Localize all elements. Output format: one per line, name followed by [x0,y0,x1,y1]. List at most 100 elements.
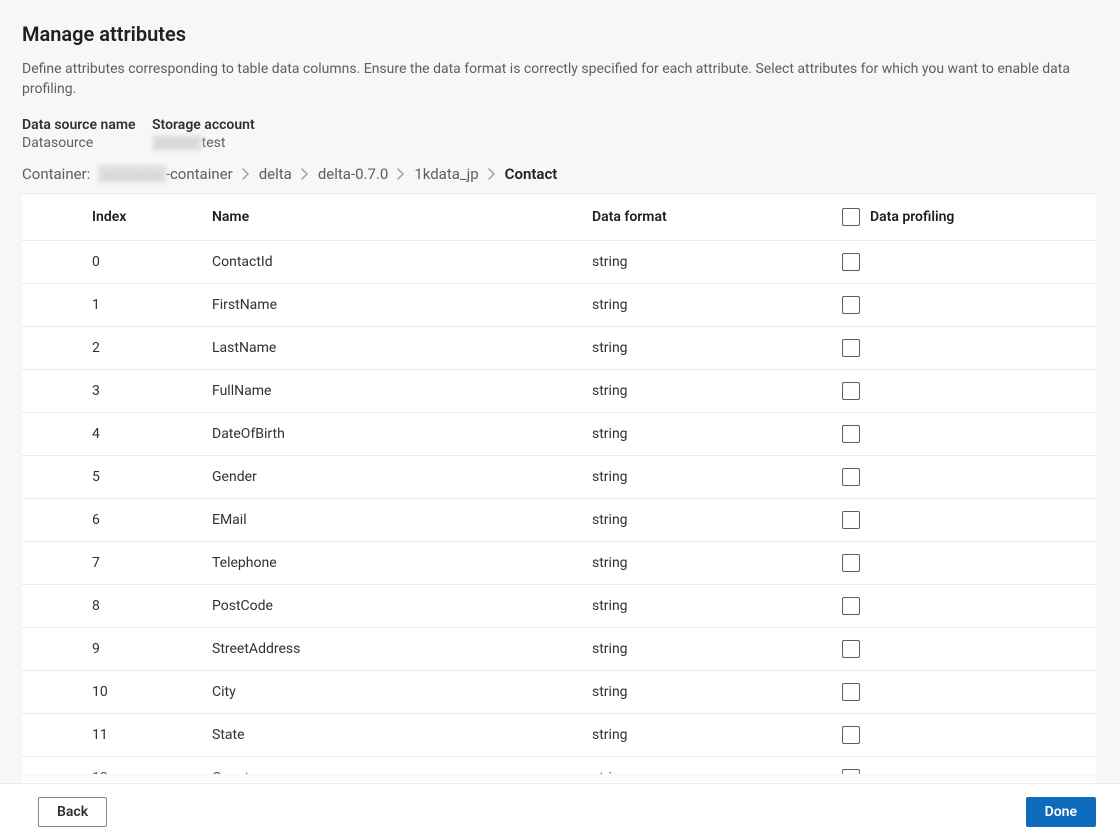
cell-profiling [822,370,1096,413]
table-row: 8PostCodestring [22,585,1096,628]
cell-index: 8 [22,585,202,628]
cell-name: City [202,671,582,714]
profiling-checkbox[interactable] [842,468,860,486]
cell-format: string [582,456,822,499]
col-header-format[interactable]: Data format [582,194,822,241]
chevron-right-icon [241,168,251,180]
cell-profiling [822,542,1096,585]
cell-index: 11 [22,714,202,757]
data-source-name-value: Datasource [22,135,142,151]
profiling-checkbox[interactable] [842,554,860,572]
cell-format: string [582,413,822,456]
cell-index: 4 [22,413,202,456]
cell-name: DateOfBirth [202,413,582,456]
cell-profiling [822,628,1096,671]
cell-name: StreetAddress [202,628,582,671]
cell-profiling [822,284,1096,327]
footer-bar: Back Done [0,783,1120,839]
select-all-profiling-checkbox[interactable] [842,208,860,226]
cell-profiling [822,327,1096,370]
breadcrumb: Container: xxxxxxxx-container delta delt… [22,165,1096,183]
table-row: 0ContactIdstring [22,241,1096,284]
cell-format: string [582,499,822,542]
cell-name: Telephone [202,542,582,585]
breadcrumb-item[interactable]: delta-0.7.0 [318,165,388,183]
cell-format: string [582,714,822,757]
storage-account-value: xxxxxxtest [152,135,255,151]
cell-format: string [582,757,822,775]
cell-name: State [202,714,582,757]
table-row: 10Citystring [22,671,1096,714]
breadcrumb-container[interactable]: xxxxxxxx-container [98,165,232,183]
meta-row: Data source name Datasource Storage acco… [22,117,1096,151]
col-header-index[interactable]: Index [22,194,202,241]
cell-name: FirstName [202,284,582,327]
table-row: 1FirstNamestring [22,284,1096,327]
cell-format: string [582,284,822,327]
done-button[interactable]: Done [1026,797,1096,827]
cell-profiling [822,499,1096,542]
profiling-checkbox[interactable] [842,253,860,271]
chevron-right-icon [300,168,310,180]
table-row: 2LastNamestring [22,327,1096,370]
cell-index: 0 [22,241,202,284]
chevron-right-icon [487,168,497,180]
col-header-profiling[interactable]: Data profiling [822,194,1096,241]
cell-format: string [582,671,822,714]
profiling-checkbox[interactable] [842,769,860,774]
cell-profiling [822,456,1096,499]
table-row: 7Telephonestring [22,542,1096,585]
profiling-checkbox[interactable] [842,640,860,658]
profiling-checkbox[interactable] [842,425,860,443]
page-title: Manage attributes [22,22,1096,46]
redacted-text: xxxxxx [152,135,202,151]
profiling-checkbox[interactable] [842,597,860,615]
cell-format: string [582,241,822,284]
breadcrumb-item[interactable]: 1kdata_jp [414,165,478,183]
cell-format: string [582,585,822,628]
storage-account-label: Storage account [152,117,255,133]
table-row: 9StreetAddressstring [22,628,1096,671]
cell-index: 1 [22,284,202,327]
cell-profiling [822,585,1096,628]
cell-index: 2 [22,327,202,370]
cell-profiling [822,714,1096,757]
profiling-checkbox[interactable] [842,511,860,529]
breadcrumb-item[interactable]: delta [259,165,292,183]
chevron-right-icon [396,168,406,180]
cell-name: Country [202,757,582,775]
table-row: 4DateOfBirthstring [22,413,1096,456]
cell-name: EMail [202,499,582,542]
cell-name: PostCode [202,585,582,628]
table-row: 5Genderstring [22,456,1096,499]
cell-index: 5 [22,456,202,499]
cell-format: string [582,542,822,585]
col-header-name[interactable]: Name [202,194,582,241]
cell-name: FullName [202,370,582,413]
cell-index: 7 [22,542,202,585]
back-button[interactable]: Back [38,797,107,827]
table-row: 11Statestring [22,714,1096,757]
cell-format: string [582,327,822,370]
profiling-checkbox[interactable] [842,726,860,744]
cell-index: 10 [22,671,202,714]
cell-name: ContactId [202,241,582,284]
cell-name: Gender [202,456,582,499]
cell-name: LastName [202,327,582,370]
profiling-checkbox[interactable] [842,382,860,400]
profiling-checkbox[interactable] [842,683,860,701]
data-source-name-label: Data source name [22,117,142,133]
profiling-checkbox[interactable] [842,296,860,314]
breadcrumb-lead: Container: [22,165,90,183]
redacted-text: xxxxxxxx [98,165,166,183]
cell-profiling [822,757,1096,775]
table-row: 3FullNamestring [22,370,1096,413]
table-row: 12Countrystring [22,757,1096,775]
profiling-checkbox[interactable] [842,339,860,357]
cell-format: string [582,628,822,671]
page-subtitle: Define attributes corresponding to table… [22,60,1096,99]
cell-profiling [822,413,1096,456]
cell-format: string [582,370,822,413]
cell-index: 6 [22,499,202,542]
breadcrumb-current: Contact [505,165,558,183]
